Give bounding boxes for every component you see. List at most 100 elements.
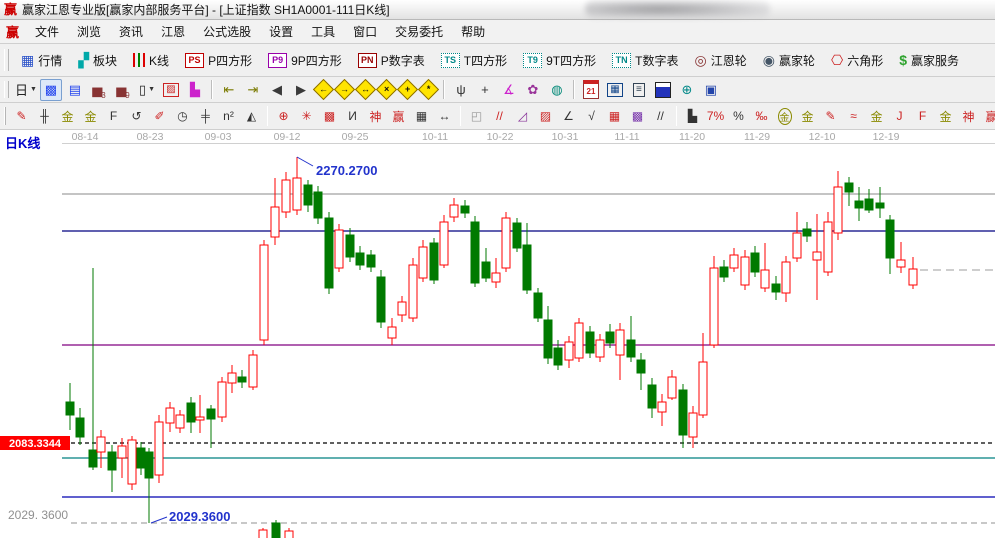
angle-flag-tool-button[interactable]: ∡ [498, 79, 520, 101]
grid-123-icon[interactable]: ▦ [410, 105, 433, 128]
calculator-button[interactable]: ▦ [604, 79, 626, 101]
ying-angle-icon[interactable]: 赢 [980, 105, 995, 128]
9p-square-button[interactable]: P99P四方形 [260, 49, 350, 72]
t-number-table-button[interactable]: TNT数字表 [604, 49, 686, 72]
chart-area[interactable]: 日K线 08-1408-2309-0309-1209-2510-1110-221… [0, 130, 995, 538]
hand-tool-button[interactable]: ψ [450, 79, 472, 101]
prev-bar-button[interactable]: ◀ [266, 79, 288, 101]
check-icon[interactable]: √ [580, 105, 603, 128]
pct-line-icon[interactable]: ‰ [750, 105, 773, 128]
next-bar-button[interactable]: ▶ [290, 79, 312, 101]
comb2-icon[interactable]: ╪ [194, 105, 217, 128]
print-icon: ▣ [705, 82, 717, 98]
p-number-table-button[interactable]: PNP数字表 [350, 49, 433, 72]
span-arrow-icon[interactable]: ↔ [433, 105, 456, 128]
pct-icon[interactable]: % [727, 105, 750, 128]
gold-line-icon[interactable]: 金 [796, 105, 819, 128]
p-square-button[interactable]: PSP四方形 [177, 49, 260, 72]
gold-angle2-icon[interactable]: 金 [934, 105, 957, 128]
calendar-button[interactable]: 21 [580, 79, 602, 101]
sectors-button[interactable]: ▞板块 [70, 49, 125, 72]
menu-window[interactable]: 窗口 [344, 23, 386, 41]
red-grid-icon[interactable]: ▦ [603, 105, 626, 128]
gann-wheel-button[interactable]: ◎江恩轮 [686, 49, 754, 72]
wave-band-icon[interactable]: ≈ [842, 105, 865, 128]
target-icon[interactable]: ⊕ [272, 105, 295, 128]
f-angle-icon[interactable]: F [911, 105, 934, 128]
sync-disk-button[interactable]: ⊕ [676, 79, 698, 101]
a-line-icon[interactable]: ◭ [240, 105, 263, 128]
shrink-all-button[interactable]: × [376, 79, 397, 100]
comb-icon[interactable]: ╫ [33, 105, 56, 128]
box-web-icon[interactable]: ▩ [318, 105, 341, 128]
t-square-button[interactable]: TST四方形 [433, 49, 515, 72]
seven-pct-icon[interactable]: 7% [704, 105, 727, 128]
maze-tool-button[interactable]: ◍ [546, 79, 568, 101]
star-web-icon[interactable]: ✳ [295, 105, 318, 128]
crosshair-tool-button[interactable]: + [474, 79, 496, 101]
menu-news[interactable]: 资讯 [110, 23, 152, 41]
n2-icon[interactable]: n² [217, 105, 240, 128]
fit-x-button[interactable]: ↔ [355, 79, 376, 100]
ying-grid-icon[interactable]: 赢 [387, 105, 410, 128]
f-comb-icon[interactable]: F [102, 105, 125, 128]
menu-tools[interactable]: 工具 [302, 23, 344, 41]
info-list-icon[interactable]: ▤ [64, 79, 86, 101]
gold-angle-icon[interactable]: 金 [865, 105, 888, 128]
hexagon-button[interactable]: ⎔六角形 [823, 49, 891, 72]
candle-style-dropdown[interactable]: ▯▼ [136, 79, 158, 101]
texture-icon[interactable]: ▨ [160, 79, 182, 101]
9t-square-button[interactable]: T99T四方形 [515, 49, 604, 72]
menu-file[interactable]: 文件 [26, 23, 68, 41]
brush-icon[interactable]: ✎ [10, 105, 33, 128]
menu-trade-entrust[interactable]: 交易委托 [386, 23, 452, 41]
print-button[interactable]: ▣ [700, 79, 722, 101]
angle-line-icon[interactable]: ∠ [557, 105, 580, 128]
bars-9-icon[interactable]: ▅9 [112, 79, 134, 101]
winner-service-button[interactable]: $赢家服务 [891, 49, 967, 72]
purple-fan-icon[interactable]: ◿ [511, 105, 534, 128]
pencil-star-icon[interactable]: ✎ [819, 105, 842, 128]
menu-formula-stock-pick[interactable]: 公式选股 [194, 23, 260, 41]
quotes-button[interactable]: ▦行情 [13, 49, 70, 72]
parallel-lines-icon[interactable]: // [649, 105, 672, 128]
first-bar-button[interactable]: ⇤ [218, 79, 240, 101]
grow-x-button[interactable]: → [334, 79, 355, 100]
grow-all-button[interactable]: + [397, 79, 418, 100]
shen-grid-icon[interactable]: 神 [364, 105, 387, 128]
spiral-icon[interactable]: ↺ [125, 105, 148, 128]
gold-circle-icon[interactable]: 金 [773, 105, 796, 128]
ray-fan-icon[interactable]: // [488, 105, 511, 128]
kline-chart[interactable]: 08-1408-2309-0309-1209-2510-1110-2210-31… [0, 130, 995, 538]
chart-layout-icon[interactable]: ▩ [40, 79, 62, 101]
candle-body [249, 355, 257, 387]
knot-tool-button[interactable]: ✿ [522, 79, 544, 101]
n-wave-icon[interactable]: И [341, 105, 364, 128]
mesh-fan-icon[interactable]: ▨ [534, 105, 557, 128]
shrink-x-button[interactable]: ← [313, 79, 334, 100]
winner-wheel-label: 赢家轮 [779, 52, 815, 69]
kline-button[interactable]: K线 [125, 49, 177, 72]
menu-settings[interactable]: 设置 [260, 23, 302, 41]
save-button[interactable] [652, 79, 674, 101]
purple-grid-icon[interactable]: ▩ [626, 105, 649, 128]
candle-body [855, 201, 863, 208]
frame-icon[interactable]: ◰ [465, 105, 488, 128]
profile-histogram-icon[interactable]: ▙ [184, 79, 206, 101]
scale-bars-icon[interactable]: ▙ [681, 105, 704, 128]
last-bar-button[interactable]: ⇥ [242, 79, 264, 101]
shen-angle-icon[interactable]: 神 [957, 105, 980, 128]
fit-all-button[interactable]: * [418, 79, 439, 100]
menu-gann[interactable]: 江恩 [152, 23, 194, 41]
clock-icon[interactable]: ◷ [171, 105, 194, 128]
pen-icon[interactable]: ✐ [148, 105, 171, 128]
j-angle-icon[interactable]: J [888, 105, 911, 128]
gold-comb2-icon[interactable]: 金 [79, 105, 102, 128]
period-day-dropdown[interactable]: 日▼ [14, 79, 38, 101]
winner-wheel-button[interactable]: ◉赢家轮 [755, 49, 823, 72]
gold-comb-icon[interactable]: 金 [56, 105, 79, 128]
bars-3-icon[interactable]: ▅3 [88, 79, 110, 101]
menu-browse[interactable]: 浏览 [68, 23, 110, 41]
notes-button[interactable]: ≡ [628, 79, 650, 101]
menu-help[interactable]: 帮助 [452, 23, 494, 41]
